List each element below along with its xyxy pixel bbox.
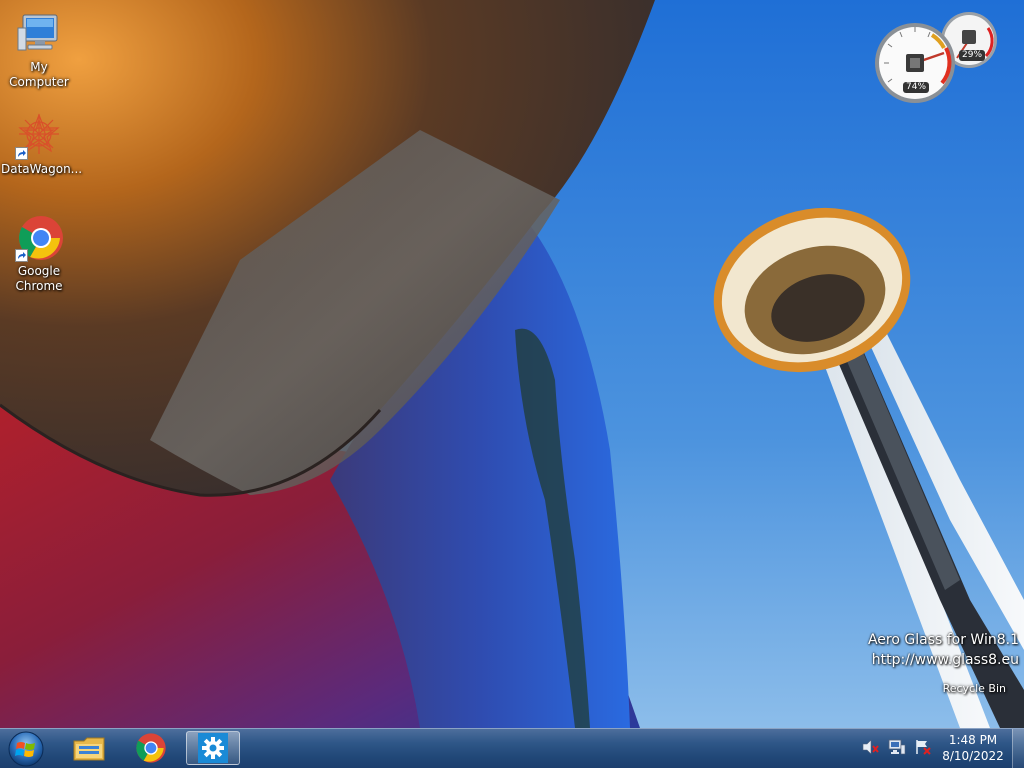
system-tray: [862, 735, 932, 763]
desktop-icon-label: Google Chrome: [15, 264, 63, 293]
clock-date: 8/10/2022: [942, 749, 1004, 763]
desktop-icon-datawagon[interactable]: DataWagon...: [1, 112, 83, 177]
aero-glass-watermark: Aero Glass for Win8.1 http://www.glass8.…: [868, 630, 1019, 670]
file-explorer-icon: [73, 737, 105, 761]
desktop-wallpaper: [0, 0, 1024, 728]
settings-gear-icon: [198, 733, 228, 763]
action-center-flag-icon[interactable]: [914, 739, 932, 759]
recycle-bin-label[interactable]: Recycle Bin: [943, 682, 1006, 695]
windows-start-orb-icon: [8, 731, 44, 767]
desktop-icon-my-computer[interactable]: My Computer: [1, 10, 77, 90]
taskbar: 1:48 PM 8/10/2022: [0, 728, 1024, 768]
taskbar-file-explorer-button[interactable]: [62, 731, 116, 765]
memory-percent-label: 29%: [959, 50, 986, 61]
chrome-icon: [136, 733, 166, 763]
clock-time: 1:48 PM: [948, 733, 998, 747]
taskbar-chrome-button[interactable]: [124, 731, 178, 765]
desktop-icon-google-chrome[interactable]: Google Chrome: [1, 214, 77, 294]
shortcut-arrow-icon: [15, 249, 28, 262]
desktop-icon-label: DataWagon...: [1, 162, 83, 176]
chrome-icon: [15, 214, 63, 262]
shortcut-arrow-icon: [15, 147, 28, 160]
cpu-meter-gadget[interactable]: 74% 29%: [872, 8, 1002, 106]
taskbar-settings-button[interactable]: [186, 731, 240, 765]
cpu-percent-label: 74%: [903, 82, 930, 93]
start-button[interactable]: [7, 731, 45, 767]
watermark-line1: Aero Glass for Win8.1: [867, 632, 1019, 648]
desktop-icon-label: My Computer: [9, 60, 69, 89]
computer-icon: [15, 10, 63, 58]
volume-muted-icon[interactable]: [862, 739, 880, 759]
taskbar-clock[interactable]: 1:48 PM 8/10/2022: [936, 732, 1010, 764]
show-desktop-button[interactable]: [1012, 729, 1024, 768]
network-icon[interactable]: [888, 739, 906, 759]
watermark-line2: http://www.glass8.eu: [871, 652, 1019, 668]
datawagon-icon: [15, 112, 63, 160]
